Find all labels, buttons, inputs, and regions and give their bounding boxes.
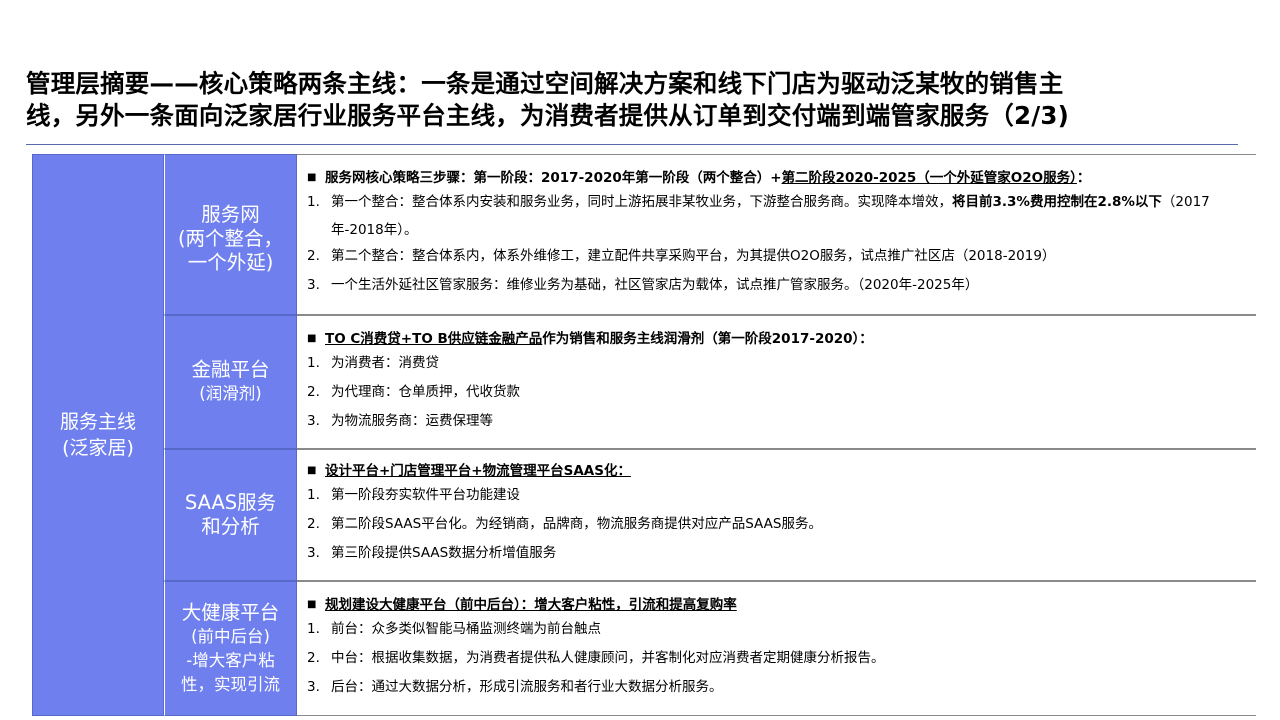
list-text: 第二阶段SAAS平台化。为经销商，品牌商，物流服务商提供对应产品SAAS服务。 — [331, 516, 822, 532]
title-line-1: 管理层摘要——核心策略两条主线：一条是通过空间解决方案和线下门店为驱动泛某牧的销… — [26, 69, 1064, 98]
section-3-label-line-1: SAAS服务 — [184, 491, 277, 514]
list-item: 3. 为物流服务商：运费保理等 — [307, 412, 1256, 430]
square-bullet-icon: ■ — [307, 172, 317, 183]
title-line-2: 线，另外一条面向泛家居行业服务平台主线，为消费者提供从订单到交付端到端管家服务（… — [26, 101, 1070, 130]
list-item: 2. 中台：根据收集数据，为消费者提供私人健康顾问，并客制化对应消费者定期健康分… — [307, 649, 1256, 667]
section-label-health-platform: 大健康平台 (前中后台) -增大客户粘 性，实现引流 — [164, 581, 297, 716]
list-item: 2. 为代理商：仓单质押，代收货款 — [307, 383, 1256, 401]
section-2-label-line-2: (润滑剂) — [199, 384, 262, 403]
section-1-heading-part-1: 服务网核心策略三步骤：第一阶段：2017-2020年第一阶段（两个整合）+ — [325, 170, 782, 186]
list-text: 为代理商：仓单质押，代收货款 — [331, 384, 520, 400]
section-3-heading-part-1: 设计平台+门店管理平台+物流管理平台SAAS化： — [325, 463, 631, 479]
square-bullet-icon: ■ — [307, 465, 317, 476]
list-number: 3. — [307, 545, 320, 561]
list-number: 2. — [307, 650, 320, 666]
section-4-heading: ■ 规划建设大健康平台（前中后台）：增大客户粘性，引流和提高复购率 — [307, 596, 1256, 614]
list-text: 后台：通过大数据分析，形成引流服务和者行业大数据分析服务。 — [331, 679, 723, 695]
section-content-service-network: ■ 服务网核心策略三步骤：第一阶段：2017-2020年第一阶段（两个整合）+第… — [297, 154, 1256, 315]
section-4-heading-part-1: 规划建设大健康平台（前中后台）：增大客户粘性，引流和提高复购率 — [325, 597, 737, 613]
list-item: 3. 一个生活外延社区管家服务：维修业务为基础，社区管家店为载体，试点推广管家服… — [307, 276, 1256, 294]
list-number: 1. — [307, 621, 320, 637]
list-item: 3. 第三阶段提供SAAS数据分析增值服务 — [307, 544, 1256, 562]
list-item: 2. 第二个整合：整合体系内，体系外维修工，建立配件共享采购平台，为其提供O2O… — [307, 247, 1256, 265]
section-1-label-line-1: 服务网 — [201, 203, 260, 226]
section-1-heading-part-2: 第二阶段2020-2025（一个外延管家O2O服务） — [781, 170, 1077, 186]
square-bullet-icon: ■ — [307, 599, 317, 610]
list-number: 2. — [307, 384, 320, 400]
section-4-label-line-1: 大健康平台 — [181, 600, 280, 624]
list-item: 1. 第一阶段夯实软件平台功能建设 — [307, 486, 1256, 504]
section-1-heading-part-3: ： — [1076, 170, 1091, 186]
section-4-label-line-3: -增大客户粘 — [186, 650, 275, 670]
section-2-heading: ■ TO C消费贷+TO B供应链金融产品作为销售和服务主线润滑剂（第一阶段20… — [307, 330, 1256, 348]
section-label-service-network: 服务网 (两个整合， 一个外延) — [164, 154, 297, 315]
section-content-saas: ■ 设计平台+门店管理平台+物流管理平台SAAS化： 1. 第一阶段夯实软件平台… — [297, 449, 1256, 581]
section-2-heading-part-1: TO C消费贷+TO B供应链金融产品 — [325, 331, 543, 347]
list-item: 3. 后台：通过大数据分析，形成引流服务和者行业大数据分析服务。 — [307, 678, 1256, 696]
section-2-label-line-1: 金融平台 — [191, 358, 270, 381]
list-text: 第二个整合：整合体系内，体系外维修工，建立配件共享采购平台，为其提供O2O服务，… — [331, 248, 1056, 264]
section-4-label-line-2: (前中后台) — [191, 626, 270, 646]
list-number: 1. — [307, 355, 320, 371]
list-number: 3. — [307, 277, 320, 293]
list-item: 1. 为消费者：消费贷 — [307, 354, 1256, 372]
section-3-label-line-2: 和分析 — [201, 515, 260, 538]
list-item: 1. 第一个整合：整合体系内安装和服务业务，同时上游拓展非某牧业务，下游整合服务… — [307, 193, 1256, 244]
list-text: 第一阶段夯实软件平台功能建设 — [331, 487, 520, 503]
section-content-health-platform: ■ 规划建设大健康平台（前中后台）：增大客户粘性，引流和提高复购率 1. 前台：… — [297, 581, 1256, 716]
list-text: 中台：根据收集数据，为消费者提供私人健康顾问，并客制化对应消费者定期健康分析报告… — [331, 650, 885, 666]
list-item: 1. 前台：众多类似智能马桶监测终端为前台触点 — [307, 620, 1256, 638]
list-number: 2. — [307, 248, 320, 264]
list-text: 第一个整合：整合体系内安装和服务业务，同时上游拓展非某牧业务，下游整合服务商。实… — [331, 194, 952, 210]
list-text: 为物流服务商：运费保理等 — [331, 413, 493, 429]
list-number: 3. — [307, 679, 320, 695]
list-text: 为消费者：消费贷 — [331, 355, 439, 371]
section-label-saas: SAAS服务 和分析 — [164, 449, 297, 581]
main-category-line-1: 服务主线 — [59, 411, 136, 433]
list-text: 一个生活外延社区管家服务：维修业务为基础，社区管家店为载体，试点推广管家服务。（… — [331, 277, 979, 293]
list-item: 2. 第二阶段SAAS平台化。为经销商，品牌商，物流服务商提供对应产品SAAS服… — [307, 515, 1256, 533]
list-text-bold: 将目前3.3%费用控制在2.8%以下 — [952, 194, 1162, 210]
list-text: 第三阶段提供SAAS数据分析增值服务 — [331, 545, 557, 561]
title-divider — [26, 144, 1238, 145]
section-1-heading: ■ 服务网核心策略三步骤：第一阶段：2017-2020年第一阶段（两个整合）+第… — [307, 169, 1256, 187]
section-2-heading-part-2: 作为销售和服务主线润滑剂（第一阶段2017-2020）： — [542, 331, 873, 347]
section-content-finance-platform: ■ TO C消费贷+TO B供应链金融产品作为销售和服务主线润滑剂（第一阶段20… — [297, 315, 1256, 449]
list-number: 1. — [307, 487, 320, 503]
section-label-finance-platform: 金融平台 (润滑剂) — [164, 315, 297, 449]
page-title: 管理层摘要——核心策略两条主线：一条是通过空间解决方案和线下门店为驱动泛某牧的销… — [26, 68, 1266, 132]
list-number: 2. — [307, 516, 320, 532]
square-bullet-icon: ■ — [307, 333, 317, 344]
list-number: 3. — [307, 413, 320, 429]
list-text: 前台：众多类似智能马桶监测终端为前台触点 — [331, 621, 601, 637]
section-3-heading: ■ 设计平台+门店管理平台+物流管理平台SAAS化： — [307, 462, 1256, 480]
main-category-cell: 服务主线 (泛家居) — [32, 154, 164, 716]
section-1-label-line-3: 一个外延) — [187, 251, 274, 274]
main-category-line-2: (泛家居) — [62, 437, 134, 459]
section-1-label-line-2: (两个整合， — [177, 227, 284, 250]
section-4-label-line-4: 性，实现引流 — [181, 674, 280, 694]
list-number: 1. — [307, 194, 320, 210]
